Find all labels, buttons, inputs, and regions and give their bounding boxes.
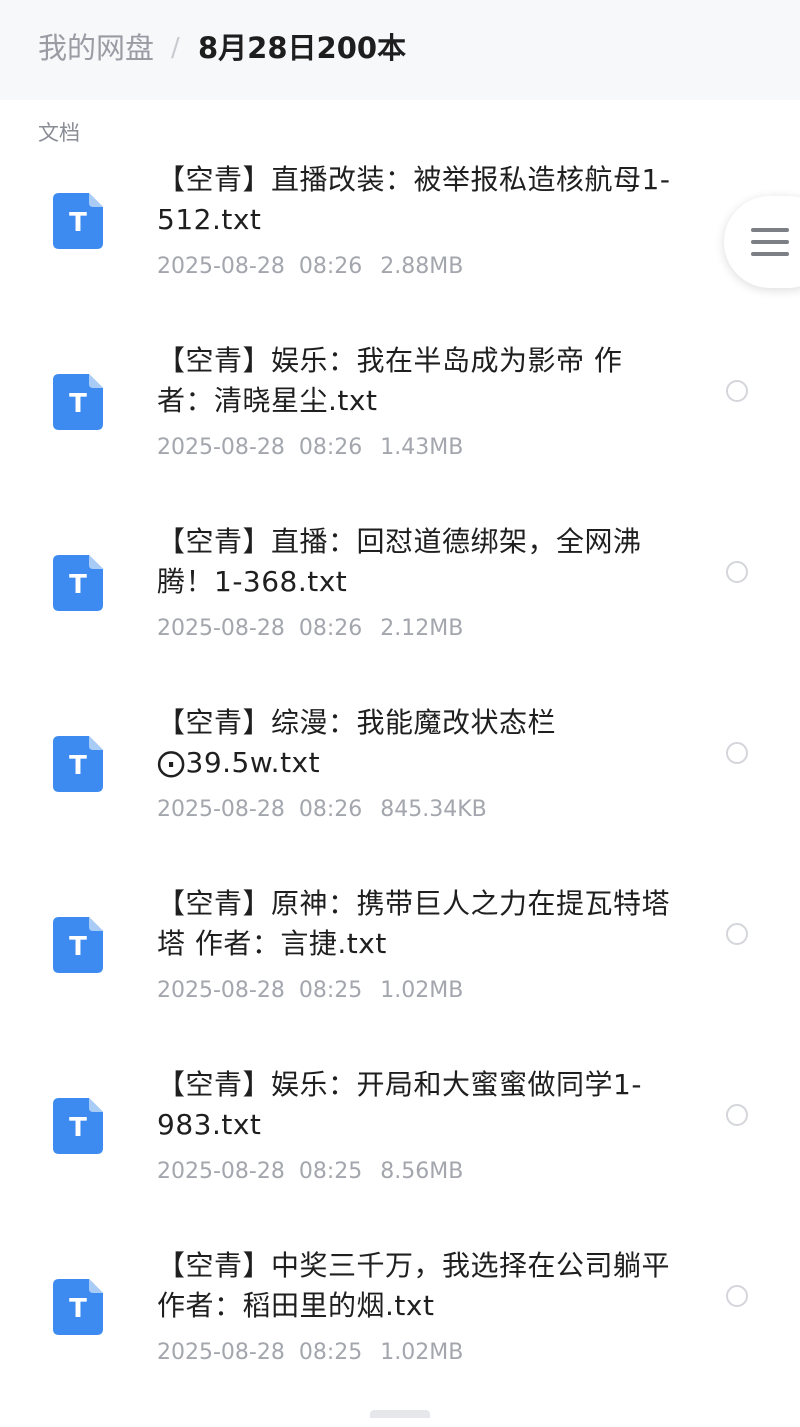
file-size: 2.88MB	[380, 254, 464, 279]
breadcrumb-root[interactable]: 我的网盘	[38, 28, 154, 68]
file-icon-glyph: T	[69, 1294, 87, 1324]
file-date: 2025-08-28	[157, 1159, 285, 1184]
file-size: 1.43MB	[380, 435, 464, 460]
file-row[interactable]: T 【空青】直播：回怼道德绑架，全网沸腾！1-368.txt 2025-08-28 0…	[0, 522, 800, 703]
select-radio[interactable]	[726, 742, 748, 764]
file-meta: 2025-08-28 08:26 2.12MB	[157, 614, 463, 644]
file-icon-glyph: T	[69, 570, 87, 600]
file-icon-glyph: T	[69, 932, 87, 962]
file-time: 08:25	[298, 1340, 363, 1365]
file-date: 2025-08-28	[157, 435, 285, 460]
file-row[interactable]: T 【空青】直播改装：被举报私造核航母1-512.txt 2025-08-28 08:…	[0, 160, 800, 341]
bottom-handle	[370, 1410, 430, 1418]
file-time: 08:25	[298, 1159, 363, 1184]
file-size: 1.02MB	[380, 978, 464, 1003]
file-name: 【空青】原神：携带巨人之力在提瓦特塔塔 作者：言捷.txt	[157, 887, 671, 960]
file-size: 8.56MB	[380, 1159, 464, 1184]
file-time: 08:26	[298, 616, 363, 641]
select-radio[interactable]	[726, 1285, 748, 1307]
file-meta: 2025-08-28 08:25 1.02MB	[157, 976, 463, 1006]
file-size: 2.12MB	[380, 616, 464, 641]
file-date: 2025-08-28	[157, 616, 285, 641]
file-time: 08:26	[298, 797, 363, 822]
file-name: 【空青】中奖三千万，我选择在公司躺平 作者：稻田里的烟.txt	[157, 1249, 671, 1322]
breadcrumb-current: 8月28日200本	[198, 31, 407, 65]
file-row[interactable]: T 【空青】综漫：我能魔改状态栏⨀39.5w.txt 2025-08-28 08:26…	[0, 703, 800, 884]
file-time: 08:25	[298, 978, 363, 1003]
file-size: 1.02MB	[380, 1340, 464, 1365]
file-date: 2025-08-28	[157, 797, 285, 822]
file-icon-glyph: T	[69, 1113, 87, 1143]
file-time: 08:26	[298, 254, 363, 279]
txt-file-icon: T	[53, 374, 103, 430]
txt-file-icon: T	[53, 1279, 103, 1335]
section-label: 文档	[38, 121, 80, 145]
file-time: 08:26	[298, 435, 363, 460]
file-meta: 2025-08-28 08:26 2.88MB	[157, 252, 463, 282]
select-radio[interactable]	[726, 380, 748, 402]
file-row[interactable]: T 【空青】中奖三千万，我选择在公司躺平 作者：稻田里的烟.txt 2025-08-…	[0, 1246, 800, 1427]
file-meta: 2025-08-28 08:25 8.56MB	[157, 1157, 463, 1187]
select-radio[interactable]	[726, 923, 748, 945]
txt-file-icon: T	[53, 1098, 103, 1154]
file-icon-glyph: T	[69, 208, 87, 238]
file-row[interactable]: T 【空青】娱乐：我在半岛成为影帝 作者：清晓星尘.txt 2025-08-28 08…	[0, 341, 800, 522]
select-radio[interactable]	[726, 561, 748, 583]
top-header: 我的网盘 / 8月28日200本	[0, 0, 800, 100]
txt-file-icon: T	[53, 736, 103, 792]
file-meta: 2025-08-28 08:26 845.34KB	[157, 795, 487, 825]
file-row[interactable]: T 【空青】娱乐：开局和大蜜蜜做同学1-983.txt 2025-08-28 08:2…	[0, 1065, 800, 1246]
file-name: 【空青】直播改装：被举报私造核航母1-512.txt	[157, 163, 671, 236]
file-name: 【空青】娱乐：开局和大蜜蜜做同学1-983.txt	[157, 1068, 642, 1141]
file-date: 2025-08-28	[157, 978, 285, 1003]
breadcrumb-separator: /	[171, 33, 180, 63]
file-name: 【空青】综漫：我能魔改状态栏⨀39.5w.txt	[157, 706, 557, 779]
file-meta: 2025-08-28 08:26 1.43MB	[157, 433, 463, 463]
file-icon-glyph: T	[69, 751, 87, 781]
file-meta: 2025-08-28 08:25 1.02MB	[157, 1338, 463, 1368]
txt-file-icon: T	[53, 917, 103, 973]
file-name: 【空青】娱乐：我在半岛成为影帝 作者：清晓星尘.txt	[157, 344, 623, 417]
file-date: 2025-08-28	[157, 1340, 285, 1365]
txt-file-icon: T	[53, 193, 103, 249]
txt-file-icon: T	[53, 555, 103, 611]
file-icon-glyph: T	[69, 389, 87, 419]
file-date: 2025-08-28	[157, 254, 285, 279]
file-size: 845.34KB	[380, 797, 487, 822]
file-name: 【空青】直播：回怼道德绑架，全网沸腾！1-368.txt	[157, 525, 642, 598]
select-radio[interactable]	[726, 1104, 748, 1126]
file-row[interactable]: T 【空青】原神：携带巨人之力在提瓦特塔塔 作者：言捷.txt 2025-08-28…	[0, 884, 800, 1065]
